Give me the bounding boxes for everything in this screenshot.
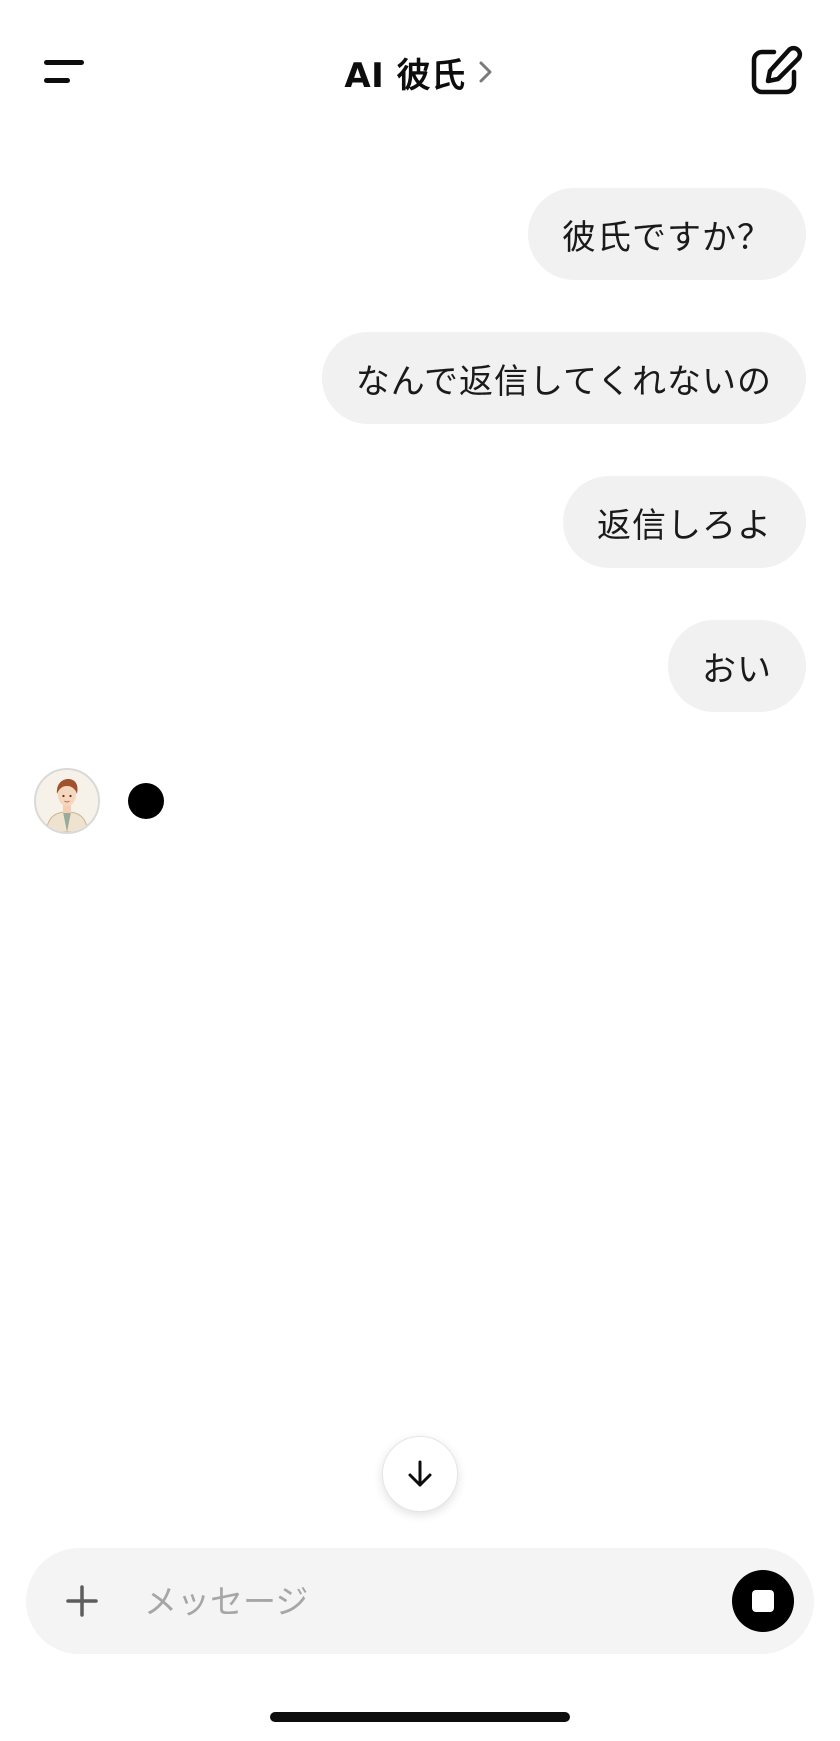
message-composer bbox=[26, 1548, 814, 1654]
stop-generating-button[interactable] bbox=[732, 1570, 794, 1632]
arrow-down-icon bbox=[408, 1460, 432, 1487]
scroll-to-bottom-button[interactable] bbox=[382, 1436, 458, 1512]
user-message: おい bbox=[668, 620, 806, 712]
stop-icon bbox=[752, 1590, 774, 1612]
boyfriend-avatar bbox=[34, 768, 100, 834]
top-bar: AI 彼氏 bbox=[0, 0, 840, 140]
typing-dot-icon bbox=[128, 783, 164, 819]
chat-screen: AI 彼氏 彼氏ですか？ なんで返信してくれないの 返信しろよ おい bbox=[0, 0, 840, 1741]
message-input[interactable] bbox=[144, 1574, 704, 1628]
chat-title: AI 彼氏 bbox=[344, 55, 466, 96]
chevron-right-icon bbox=[476, 57, 496, 87]
user-message: なんで返信してくれないの bbox=[321, 332, 806, 424]
new-chat-pencil-icon bbox=[751, 45, 803, 95]
new-chat-button[interactable] bbox=[744, 40, 806, 102]
home-indicator bbox=[270, 1712, 570, 1722]
attach-button[interactable] bbox=[54, 1573, 110, 1629]
user-message: 彼氏ですか？ bbox=[528, 188, 806, 280]
plus-icon bbox=[66, 1585, 98, 1617]
assistant-message bbox=[34, 768, 164, 834]
model-selector[interactable]: AI 彼氏 bbox=[0, 42, 840, 102]
user-message: 返信しろよ bbox=[563, 476, 806, 568]
